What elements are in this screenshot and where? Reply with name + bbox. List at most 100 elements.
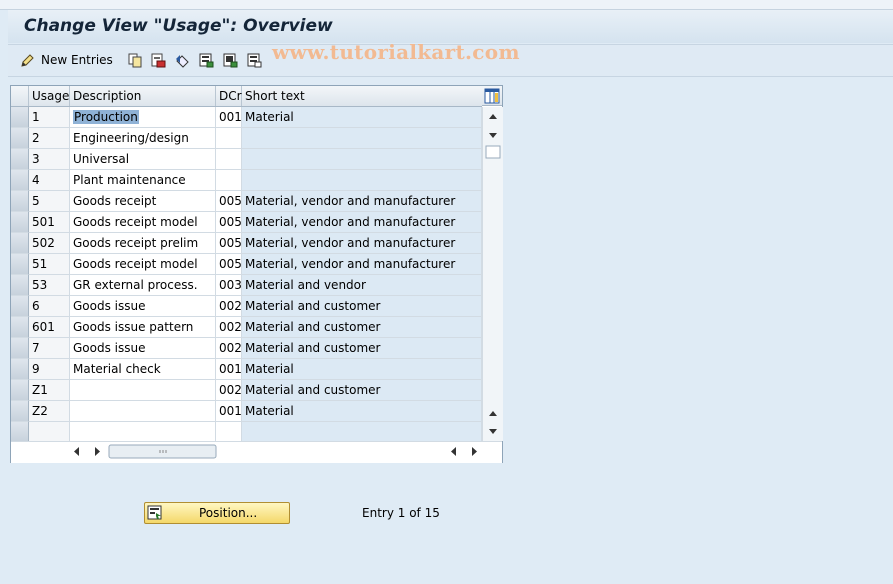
cell-dcr[interactable]: 002	[216, 338, 242, 359]
header-select-all-cell[interactable]	[11, 86, 29, 106]
column-header-usage[interactable]: Usage	[29, 86, 70, 106]
new-entries-button[interactable]: New Entries	[20, 51, 113, 69]
cell-dcr[interactable]	[216, 170, 242, 191]
row-selector[interactable]	[11, 212, 29, 233]
row-selector[interactable]	[11, 128, 29, 149]
table-row[interactable]: 6 Goods issue 002 Material and customer	[11, 296, 482, 317]
cell-description[interactable]: Goods receipt model	[70, 212, 216, 233]
table-row[interactable]: Z2 001 Material	[11, 401, 482, 422]
cell-dcr[interactable]	[216, 128, 242, 149]
table-control: Usage Description DCr Short text 1 Produc…	[10, 85, 503, 463]
new-entries-label: New Entries	[41, 53, 113, 67]
row-selector[interactable]	[11, 401, 29, 422]
cell-dcr[interactable]: 005	[216, 191, 242, 212]
table-row[interactable]: 2 Engineering/design	[11, 128, 482, 149]
cell-usage: 7	[29, 338, 70, 359]
cell-description[interactable]: Goods issue	[70, 338, 216, 359]
row-selector[interactable]	[11, 233, 29, 254]
table-settings-button[interactable]	[482, 86, 502, 106]
row-selector[interactable]	[11, 254, 29, 275]
column-header-description[interactable]: Description	[70, 86, 216, 106]
row-selector[interactable]	[11, 380, 29, 401]
table-row[interactable]: 53 GR external process. 003 Material and ve…	[11, 275, 482, 296]
cell-dcr[interactable]: 005	[216, 212, 242, 233]
cell-description[interactable]: Goods receipt	[70, 191, 216, 212]
cell-description[interactable]: Engineering/design	[70, 128, 216, 149]
table-row[interactable]: Z1 002 Material and customer	[11, 380, 482, 401]
row-selector[interactable]	[11, 422, 29, 443]
cell-description[interactable]	[70, 401, 216, 422]
cell-dcr[interactable]: 002	[216, 380, 242, 401]
cell-usage: 5	[29, 191, 70, 212]
table-row[interactable]	[11, 422, 482, 443]
cell-description[interactable]: Production	[70, 107, 216, 128]
row-selector[interactable]	[11, 296, 29, 317]
cell-dcr[interactable]	[216, 149, 242, 170]
cell-short-text	[242, 128, 482, 149]
cell-dcr[interactable]: 001	[216, 107, 242, 128]
row-selector[interactable]	[11, 191, 29, 212]
column-header-dcr[interactable]: DCr	[216, 86, 242, 106]
table-row[interactable]: 601 Goods issue pattern 002 Material and cu…	[11, 317, 482, 338]
cell-usage: Z2	[29, 401, 70, 422]
deselect-all-button[interactable]	[247, 51, 262, 69]
copy-icon	[128, 53, 143, 68]
cell-description[interactable]: Goods issue pattern	[70, 317, 216, 338]
position-button[interactable]: Position...	[144, 502, 290, 524]
table-row[interactable]: 7 Goods issue 002 Material and customer	[11, 338, 482, 359]
undo-button[interactable]	[175, 51, 190, 69]
cell-usage: 1	[29, 107, 70, 128]
cell-dcr[interactable]: 005	[216, 254, 242, 275]
cell-usage	[29, 422, 70, 443]
select-all-button[interactable]	[199, 51, 214, 69]
cell-description[interactable]: Plant maintenance	[70, 170, 216, 191]
select-block-button[interactable]	[223, 51, 238, 69]
cell-short-text: Material and customer	[242, 380, 482, 401]
cell-short-text	[242, 170, 482, 191]
column-header-short-text[interactable]: Short text	[242, 86, 482, 106]
table-row[interactable]: 9 Material check 001 Material	[11, 359, 482, 380]
table-row[interactable]: 1 Production 001 Material	[11, 107, 482, 128]
cell-description[interactable]: GR external process.	[70, 275, 216, 296]
table-header: Usage Description DCr Short text	[11, 86, 482, 107]
cell-dcr[interactable]: 003	[216, 275, 242, 296]
cell-short-text: Material	[242, 107, 482, 128]
cell-description[interactable]: Universal	[70, 149, 216, 170]
cell-usage: 51	[29, 254, 70, 275]
cell-dcr[interactable]: 002	[216, 296, 242, 317]
cell-usage: 601	[29, 317, 70, 338]
cell-dcr[interactable]: 001	[216, 401, 242, 422]
table-row[interactable]: 3 Universal	[11, 149, 482, 170]
cell-description[interactable]: Goods receipt model	[70, 254, 216, 275]
delete-button[interactable]	[151, 51, 166, 69]
cell-dcr[interactable]: 001	[216, 359, 242, 380]
row-selector[interactable]	[11, 275, 29, 296]
table-row[interactable]: 51 Goods receipt model 005 Material, vendor…	[11, 254, 482, 275]
table-row[interactable]: 501 Goods receipt model 005 Material, vendo…	[11, 212, 482, 233]
row-selector[interactable]	[11, 149, 29, 170]
cell-usage: Z1	[29, 380, 70, 401]
position-button-label: Position...	[199, 506, 258, 520]
cell-usage: 53	[29, 275, 70, 296]
copy-button[interactable]	[128, 51, 143, 69]
cell-short-text: Material, vendor and manufacturer	[242, 212, 482, 233]
row-selector[interactable]	[11, 107, 29, 128]
vertical-scrollbar[interactable]	[482, 107, 503, 441]
cell-dcr[interactable]: 002	[216, 317, 242, 338]
table-row[interactable]: 4 Plant maintenance	[11, 170, 482, 191]
row-selector[interactable]	[11, 170, 29, 191]
cell-usage: 4	[29, 170, 70, 191]
cell-dcr[interactable]: 005	[216, 233, 242, 254]
row-selector[interactable]	[11, 317, 29, 338]
table-row[interactable]: 5 Goods receipt 005 Material, vendor and ma…	[11, 191, 482, 212]
cell-description[interactable]: Goods receipt prelim	[70, 233, 216, 254]
cell-description[interactable]: Goods issue	[70, 296, 216, 317]
table-row[interactable]: 502 Goods receipt prelim 005 Material, vend…	[11, 233, 482, 254]
cell-dcr[interactable]	[216, 422, 242, 443]
row-selector[interactable]	[11, 359, 29, 380]
cell-description[interactable]	[70, 422, 216, 443]
cell-description[interactable]	[70, 380, 216, 401]
horizontal-scrollbar[interactable]	[11, 441, 502, 463]
row-selector[interactable]	[11, 338, 29, 359]
cell-description[interactable]: Material check	[70, 359, 216, 380]
